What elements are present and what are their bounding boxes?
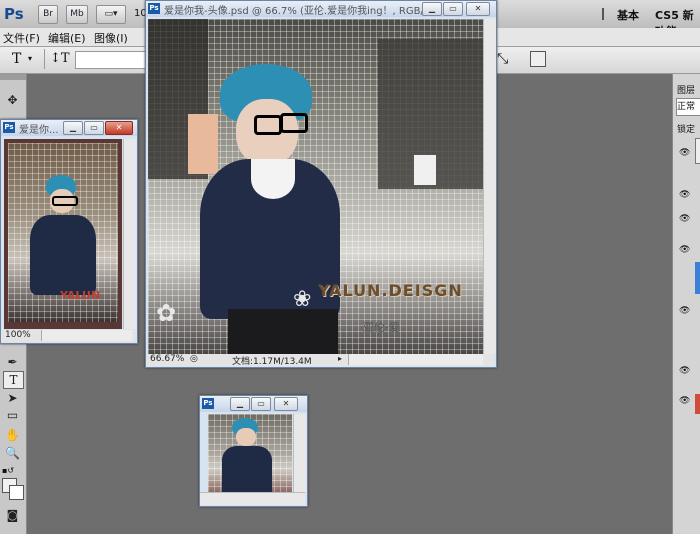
minimize-button[interactable]: ▁ — [63, 121, 83, 135]
flower-decoration: ❀ — [293, 287, 312, 312]
horizontal-scrollbar[interactable] — [348, 354, 483, 365]
street-sign — [413, 154, 437, 186]
glasses-right-lens — [280, 113, 308, 133]
sweater — [222, 446, 272, 492]
ps-document-icon: Ps — [148, 3, 160, 14]
background-color-swatch[interactable] — [9, 485, 24, 500]
close-button[interactable]: ✕ — [274, 397, 298, 411]
photoshop-logo: Ps — [4, 5, 24, 23]
zoom-tool-icon[interactable]: 🔍 — [3, 445, 22, 461]
mini-bridge-button[interactable]: Mb — [66, 5, 88, 24]
status-menu-icon[interactable]: ◎ — [190, 354, 198, 364]
sub-watermark-text: 亚伦·爱 — [363, 321, 400, 334]
move-tool-icon[interactable]: ✥ — [3, 92, 22, 108]
shop-sign — [188, 114, 218, 174]
vertical-scrollbar[interactable] — [123, 139, 136, 329]
menu-image[interactable]: 图像(I) — [94, 30, 128, 46]
window-titlebar[interactable]: Ps 爱是你... ▁ ▭ ✕ — [1, 120, 137, 136]
menu-edit[interactable]: 编辑(E) — [48, 30, 86, 46]
face — [236, 428, 256, 446]
sweater — [30, 215, 96, 295]
close-button[interactable]: ✕ — [466, 2, 490, 16]
watermark-text: YALUN.DEISGN — [318, 281, 463, 300]
blend-mode-select[interactable]: 正常 — [676, 98, 700, 116]
pen-tool-icon[interactable]: ✒ — [3, 354, 22, 370]
flower-decoration: ✿ — [156, 299, 177, 327]
eye-icon[interactable]: 👁 — [679, 245, 690, 255]
ps-document-icon: Ps — [3, 122, 15, 133]
text-tool-icon[interactable]: T — [3, 371, 24, 389]
workspace-basic[interactable]: 基本 — [617, 7, 639, 23]
document-window-small[interactable]: Ps ▁ ▭ ✕ — [199, 395, 308, 507]
document-window-main[interactable]: Ps 爱是你我-头像.psd @ 66.7% (亚伦.爱是你我ing！, RGB… — [145, 0, 497, 368]
layers-panel: 图层 正常 锁定 👁 👁 👁 👁 👁 👁 👁 — [672, 74, 700, 534]
default-colors-icon[interactable]: ▪↺ — [2, 466, 14, 475]
bridge-button[interactable]: Br — [38, 5, 58, 24]
character-panel-icon[interactable] — [530, 51, 546, 67]
document-size: 文档:1.17M/13.4M — [232, 357, 312, 367]
artwork: YALUN — [8, 143, 118, 322]
warp-text-icon[interactable]: ⤡ — [497, 51, 508, 67]
document-window-mid[interactable]: Ps 爱是你... ▁ ▭ ✕ YALUN 100% — [0, 119, 138, 344]
canvas-area[interactable] — [208, 414, 292, 492]
pants — [228, 309, 338, 354]
zoom-readout[interactable]: 100% — [5, 330, 31, 340]
divider — [44, 49, 45, 69]
maximize-button[interactable]: ▭ — [84, 121, 104, 135]
horizontal-scrollbar[interactable] — [41, 330, 132, 341]
canvas-area[interactable]: YALUN.DEISGN 亚伦·爱 ✿ ❀ — [148, 19, 483, 354]
maximize-button[interactable]: ▭ — [251, 397, 271, 411]
path-selection-icon[interactable]: ➤ — [3, 390, 22, 406]
close-button[interactable]: ✕ — [105, 121, 133, 135]
hand-tool-icon[interactable]: ✋ — [3, 427, 22, 443]
layer-thumbnail[interactable] — [695, 394, 700, 414]
eye-icon[interactable]: 👁 — [679, 214, 690, 224]
status-bar: 100% — [1, 330, 135, 342]
eye-icon[interactable]: 👁 — [679, 190, 690, 200]
eye-icon[interactable]: 👁 — [679, 306, 690, 316]
font-family-field[interactable] — [75, 51, 147, 69]
divider — [602, 8, 604, 20]
vertical-scrollbar[interactable] — [293, 414, 306, 492]
status-arrow-icon[interactable]: ▸ — [338, 354, 342, 363]
window-title: 爱是你... — [19, 125, 59, 136]
lock-label: 锁定 — [677, 125, 696, 135]
minimize-button[interactable]: ▁ — [422, 2, 442, 16]
status-bar: 66.67% ◎ 文档:1.17M/13.4M ▸ — [146, 354, 494, 367]
type-tool-icon[interactable]: T — [12, 51, 21, 67]
layer-thumbnail[interactable] — [695, 138, 700, 164]
quick-mask-icon[interactable]: ◙ — [3, 507, 22, 523]
view-extras-button[interactable]: ▭▾ — [96, 5, 126, 24]
zoom-readout[interactable]: 66.67% — [150, 354, 184, 364]
orientation-toggle-icon[interactable]: ↕T — [50, 51, 70, 66]
maximize-button[interactable]: ▭ — [443, 2, 463, 16]
window-title: 爱是你我-头像.psd @ 66.7% (亚伦.爱是你我ing！, RGB/8) — [164, 6, 426, 17]
eye-icon[interactable]: 👁 — [679, 366, 690, 376]
layers-tab[interactable]: 图层 — [677, 83, 695, 96]
window-titlebar[interactable]: Ps 爱是你我-头像.psd @ 66.7% (亚伦.爱是你我ing！, RGB… — [146, 1, 496, 17]
eye-icon[interactable]: 👁 — [679, 148, 690, 158]
glasses — [52, 196, 78, 206]
minimize-button[interactable]: ▁ — [230, 397, 250, 411]
collar — [251, 159, 295, 199]
tools-panel-header — [0, 74, 26, 80]
rectangle-tool-icon[interactable]: ▭ — [3, 407, 22, 423]
watermark-text: YALUN — [60, 289, 101, 302]
chevron-down-icon[interactable]: ▾ — [28, 54, 32, 63]
canvas-area[interactable]: YALUN — [4, 139, 122, 329]
eye-icon[interactable]: 👁 — [679, 396, 690, 406]
ps-document-icon: Ps — [202, 398, 214, 409]
window-titlebar[interactable]: Ps ▁ ▭ ✕ — [200, 396, 307, 412]
glasses-left-lens — [254, 115, 282, 135]
vertical-scrollbar[interactable] — [483, 19, 496, 354]
menu-file[interactable]: 文件(F) — [3, 30, 40, 46]
horizontal-scrollbar[interactable] — [200, 492, 305, 505]
selected-layer-row[interactable] — [695, 262, 700, 294]
